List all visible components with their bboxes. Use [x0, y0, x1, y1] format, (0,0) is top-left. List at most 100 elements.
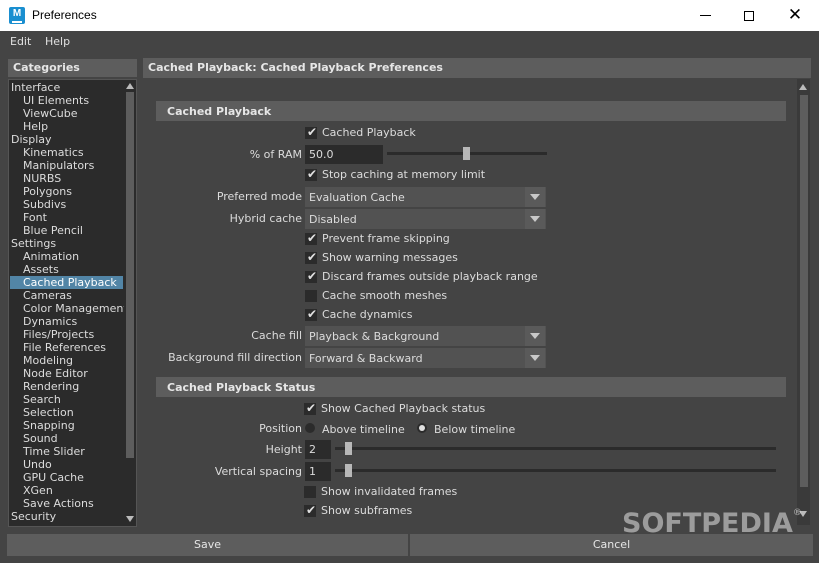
hybrid-cache-label: Hybrid cache [229, 212, 302, 225]
checkmark-icon: ✔ [307, 231, 318, 245]
category-file-references[interactable]: File References [23, 341, 106, 354]
height-slider-handle[interactable] [345, 442, 352, 455]
softpedia-watermark: SOFTPEDIA® [622, 508, 802, 539]
menu-help[interactable]: Help [45, 35, 70, 48]
category-settings[interactable]: Settings [11, 237, 56, 250]
close-icon: ✕ [787, 5, 803, 25]
minimize-button[interactable] [682, 0, 728, 31]
chevron-down-icon [525, 209, 545, 229]
category-undo[interactable]: Undo [23, 458, 52, 471]
categories-list: Interface UI Elements ViewCube Help Disp… [8, 79, 137, 527]
position-above-radio[interactable] [305, 423, 315, 433]
preferred-mode-dropdown[interactable]: Evaluation Cache [305, 187, 546, 207]
ram-slider-handle[interactable] [463, 147, 470, 160]
category-files-projects[interactable]: Files/Projects [23, 328, 94, 341]
prevent-skipping-label: Prevent frame skipping [322, 232, 450, 245]
vertical-spacing-field[interactable]: 1 [305, 462, 331, 481]
category-rendering[interactable]: Rendering [23, 380, 79, 393]
height-field[interactable]: 2 [305, 440, 331, 459]
category-manipulators[interactable]: Manipulators [23, 159, 94, 172]
categories-scrollbar[interactable] [124, 80, 136, 526]
cache-fill-label: Cache fill [251, 329, 302, 342]
show-subframes-checkbox[interactable]: ✔ [304, 503, 317, 517]
maximize-icon [744, 10, 754, 21]
show-status-checkbox[interactable]: ✔ [304, 401, 317, 415]
category-node-editor[interactable]: Node Editor [23, 367, 88, 380]
category-search[interactable]: Search [23, 393, 61, 406]
category-time-slider[interactable]: Time Slider [23, 445, 85, 458]
category-polygons[interactable]: Polygons [23, 185, 72, 198]
prevent-skipping-checkbox[interactable]: ✔ [305, 231, 318, 245]
position-label: Position [259, 422, 302, 435]
category-cached-playback[interactable]: Cached Playback [10, 276, 123, 289]
category-xgen[interactable]: XGen [23, 484, 53, 497]
category-modeling[interactable]: Modeling [23, 354, 73, 367]
cached-playback-checkbox[interactable]: ✔ [305, 125, 317, 139]
position-below-radio[interactable] [417, 423, 427, 433]
category-subdivs[interactable]: Subdivs [23, 198, 66, 211]
category-font[interactable]: Font [23, 211, 47, 224]
close-button[interactable]: ✕ [772, 0, 818, 31]
category-dynamics[interactable]: Dynamics [23, 315, 77, 328]
section-cached-playback[interactable]: Cached Playback [156, 101, 786, 121]
hybrid-cache-dropdown[interactable]: Disabled [305, 209, 546, 229]
category-snapping[interactable]: Snapping [23, 419, 75, 432]
preferences-pane: Cached Playback ✔ Cached Playback % of R… [143, 79, 811, 527]
categories-header: Categories [8, 59, 137, 77]
vertical-spacing-slider-track[interactable] [335, 469, 776, 472]
chevron-down-icon [525, 326, 545, 346]
scroll-down-icon[interactable] [126, 516, 134, 522]
category-save-actions[interactable]: Save Actions [23, 497, 94, 510]
maximize-button[interactable] [726, 0, 772, 31]
bg-fill-direction-dropdown[interactable]: Forward & Backward [305, 348, 546, 368]
show-invalidated-checkbox[interactable] [304, 486, 316, 498]
show-warning-checkbox[interactable]: ✔ [305, 250, 317, 264]
category-assets[interactable]: Assets [23, 263, 59, 276]
menu-edit[interactable]: Edit [10, 35, 31, 48]
height-slider-track[interactable] [335, 447, 776, 450]
discard-frames-checkbox[interactable]: ✔ [305, 269, 317, 283]
checkmark-icon: ✔ [307, 307, 318, 321]
pane-scroll-thumb[interactable] [800, 95, 808, 487]
ram-field[interactable]: 50.0 [305, 145, 383, 164]
title-bar: M Preferences ✕ [0, 0, 819, 31]
smooth-meshes-checkbox[interactable] [305, 290, 317, 302]
checkmark-icon: ✔ [306, 401, 317, 415]
scroll-up-icon[interactable] [799, 84, 807, 90]
category-gpu-cache[interactable]: GPU Cache [23, 471, 84, 484]
show-invalidated-label: Show invalidated frames [321, 485, 458, 498]
stop-caching-checkbox[interactable]: ✔ [305, 167, 318, 181]
category-help[interactable]: Help [23, 120, 48, 133]
category-kinematics[interactable]: Kinematics [23, 146, 84, 159]
cache-fill-dropdown[interactable]: Playback & Background [305, 326, 546, 346]
category-nurbs[interactable]: NURBS [23, 172, 61, 185]
checkmark-icon: ✔ [306, 503, 317, 517]
categories-scroll-thumb[interactable] [126, 92, 134, 458]
category-animation[interactable]: Animation [23, 250, 79, 263]
save-button[interactable]: Save [7, 534, 408, 556]
cache-dynamics-checkbox[interactable]: ✔ [305, 307, 318, 321]
cached-playback-label: Cached Playback [322, 126, 416, 139]
ram-label: % of RAM [249, 148, 302, 161]
preferred-mode-label: Preferred mode [216, 190, 302, 203]
category-ui-elements[interactable]: UI Elements [23, 94, 89, 107]
smooth-meshes-label: Cache smooth meshes [322, 289, 448, 302]
category-security[interactable]: Security [11, 510, 56, 523]
category-blue-pencil[interactable]: Blue Pencil [23, 224, 83, 237]
vertical-spacing-slider-handle[interactable] [345, 464, 352, 477]
pane-scrollbar[interactable] [797, 79, 810, 525]
category-cameras[interactable]: Cameras [23, 289, 72, 302]
category-interface[interactable]: Interface [11, 81, 60, 94]
section-cached-playback-status[interactable]: Cached Playback Status [156, 377, 786, 397]
category-sound[interactable]: Sound [23, 432, 58, 445]
scroll-up-icon[interactable] [126, 83, 134, 89]
category-selection[interactable]: Selection [23, 406, 74, 419]
category-viewcube[interactable]: ViewCube [23, 107, 78, 120]
category-display[interactable]: Display [11, 133, 52, 146]
category-color-management[interactable]: Color Management [23, 302, 128, 315]
height-label: Height [265, 443, 302, 456]
chevron-down-icon [525, 348, 545, 368]
menu-bar: Edit Help [0, 31, 819, 53]
checkmark-icon: ✔ [307, 167, 318, 181]
position-below-label: Below timeline [434, 423, 516, 436]
